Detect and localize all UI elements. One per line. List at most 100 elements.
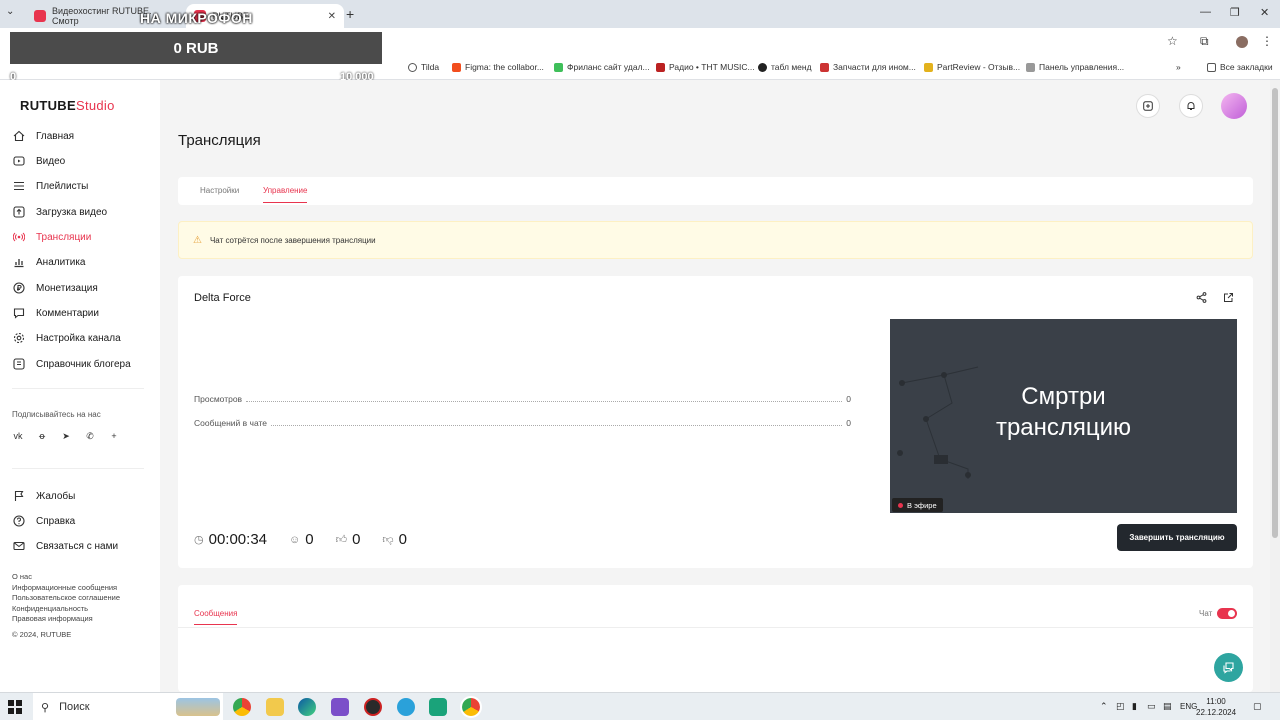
bookmark-item[interactable]: Запчасти для ином... <box>820 62 916 72</box>
tab-settings[interactable]: Настройки <box>200 186 239 195</box>
chrome-icon[interactable] <box>233 698 251 716</box>
sidebar-item-video[interactable]: Видео <box>12 151 65 171</box>
taskbar-clock[interactable]: 11:00 22.12.2024 <box>1196 696 1236 718</box>
sidebar-item-channel-settings[interactable]: Настройка канала <box>12 328 121 348</box>
footer-link[interactable]: Конфиденциальность <box>12 604 120 615</box>
restore-icon[interactable]: ❐ <box>1230 6 1240 19</box>
browser-menu-icon[interactable]: ⋮ <box>1261 34 1273 48</box>
search-icon: ⚲ <box>41 701 50 714</box>
more-socials-icon[interactable]: + <box>108 430 120 442</box>
bookmark-item[interactable]: Tilda <box>408 62 439 72</box>
visual-studio-icon[interactable] <box>331 698 349 716</box>
viber-icon[interactable]: ✆ <box>84 430 96 442</box>
stat-value: 0 <box>846 394 851 404</box>
live-badge: В эфире <box>892 498 943 512</box>
social-links: vk ꝋ ➤ ✆ + <box>12 430 120 442</box>
sidebar-divider <box>12 468 144 469</box>
plus-square-icon <box>1143 101 1153 111</box>
footer-link[interactable]: Правовая информация <box>12 614 120 625</box>
sidebar-item-complaints[interactable]: Жалобы <box>12 486 75 506</box>
messages-card: Сообщения Чат <box>178 585 1253 692</box>
chrome-active-icon[interactable] <box>460 696 482 718</box>
extensions-icon[interactable]: ⧉ <box>1200 34 1209 49</box>
chat-toggle[interactable] <box>1217 608 1237 619</box>
stat-label: Сообщений в чате <box>194 418 268 428</box>
network-icon[interactable]: ▤ <box>1163 701 1172 712</box>
file-explorer-icon[interactable] <box>266 698 284 716</box>
scrollbar-thumb[interactable] <box>1272 88 1278 538</box>
app-taskbar-icon[interactable] <box>429 698 447 716</box>
bookmark-item[interactable]: Figma: the collabor... <box>452 62 544 72</box>
bookmark-item[interactable]: табл менд <box>758 62 812 72</box>
sidebar-item-contact[interactable]: Связаться с нами <box>12 536 118 556</box>
avatar[interactable] <box>1221 93 1247 119</box>
telegram-taskbar-icon[interactable] <box>397 698 415 716</box>
bookmark-item[interactable]: Фриланс сайт удал... <box>554 62 650 72</box>
ok-icon[interactable]: ꝋ <box>36 430 48 442</box>
bookmark-star-icon[interactable]: ☆ <box>1167 34 1178 48</box>
sidebar-item-analytics[interactable]: Аналитика <box>12 252 86 272</box>
dislikes-metric: 👎︎ 0 <box>382 531 407 548</box>
comments-icon <box>12 306 26 320</box>
open-external-icon[interactable] <box>1223 292 1234 306</box>
windows-start-icon[interactable] <box>8 700 22 714</box>
edge-icon[interactable] <box>298 698 316 716</box>
overlay-sum: 0 RUB <box>173 40 219 57</box>
tray-display-icon[interactable]: ▭ <box>1147 701 1156 712</box>
tab-messages[interactable]: Сообщения <box>194 609 238 625</box>
create-button[interactable] <box>1136 94 1160 118</box>
footer-link[interactable]: Пользовательское соглашение <box>12 593 120 604</box>
sidebar: RUTUBEStudio Главная Видео Плейлисты Заг… <box>0 80 160 692</box>
sidebar-item-blogger-guide[interactable]: Справочник блогера <box>12 354 131 374</box>
telegram-icon[interactable]: ➤ <box>60 430 72 442</box>
playlist-icon <box>12 179 26 193</box>
overlay-title: НА МИКРОФОН <box>140 10 253 26</box>
rutube-studio-logo[interactable]: RUTUBEStudio <box>20 98 115 113</box>
folder-icon <box>1207 62 1216 72</box>
ruble-icon <box>12 281 26 295</box>
subscribe-label: Подписывайтесь на нас <box>12 410 101 419</box>
profile-icon[interactable] <box>1236 36 1248 48</box>
home-icon <box>12 129 26 143</box>
bookmark-item[interactable]: Радио • ТНТ MUSIC... <box>656 62 755 72</box>
sidebar-item-comments[interactable]: Комментарии <box>12 303 99 323</box>
support-chat-button[interactable] <box>1214 653 1243 682</box>
notification-center-icon[interactable]: ▢ <box>1253 701 1262 712</box>
footer-link[interactable]: О нас <box>12 572 120 583</box>
bookmark-icon <box>758 62 767 72</box>
sidebar-item-playlists[interactable]: Плейлисты <box>12 176 88 196</box>
bookmark-icon <box>1026 62 1035 72</box>
footer-link[interactable]: Информационные сообщения <box>12 583 120 594</box>
sidebar-divider <box>12 388 144 389</box>
stream-title: Delta Force <box>194 292 251 304</box>
weather-widget-icon[interactable] <box>176 698 220 716</box>
sidebar-item-monetization[interactable]: Монетизация <box>12 278 98 298</box>
tray-app-icon[interactable]: ◰ <box>1116 701 1125 712</box>
minimize-icon[interactable]: — <box>1200 6 1211 18</box>
bookmarks-overflow-icon[interactable]: » <box>1176 62 1181 72</box>
bookmark-icon <box>820 62 829 72</box>
close-window-icon[interactable]: ✕ <box>1260 6 1269 19</box>
sidebar-item-home[interactable]: Главная <box>12 126 74 146</box>
sidebar-item-help[interactable]: Справка <box>12 511 75 531</box>
language-indicator[interactable]: ENG <box>1180 702 1197 711</box>
obs-icon[interactable] <box>364 698 382 716</box>
duration-metric: ◷ 00:00:34 <box>194 531 267 548</box>
share-icon[interactable] <box>1196 292 1207 306</box>
vk-icon[interactable]: vk <box>12 430 24 442</box>
sidebar-item-broadcasts[interactable]: Трансляции <box>12 227 91 247</box>
bookmark-item[interactable]: Панель управления... <box>1026 62 1124 72</box>
sidebar-item-upload[interactable]: Загрузка видео <box>12 202 107 222</box>
tray-usb-icon[interactable]: ▮ <box>1132 701 1137 712</box>
tray-chevron-icon[interactable]: ⌃ <box>1100 701 1108 712</box>
stat-value: 0 <box>846 418 851 428</box>
notifications-button[interactable] <box>1179 94 1203 118</box>
main-content: Трансляция Настройки Управление ⚠ Чат со… <box>160 80 1270 692</box>
all-bookmarks[interactable]: Все закладки <box>1207 62 1273 72</box>
upload-icon <box>12 205 26 219</box>
page-scrollbar[interactable] <box>1270 80 1280 692</box>
end-stream-button[interactable]: Завершить трансляцию <box>1117 524 1237 551</box>
bookmark-item[interactable]: PartReview - Отзыв... <box>924 62 1020 72</box>
tab-management[interactable]: Управление <box>263 186 308 203</box>
stream-preview[interactable]: Смртри трансляцию В эфире <box>890 319 1237 513</box>
